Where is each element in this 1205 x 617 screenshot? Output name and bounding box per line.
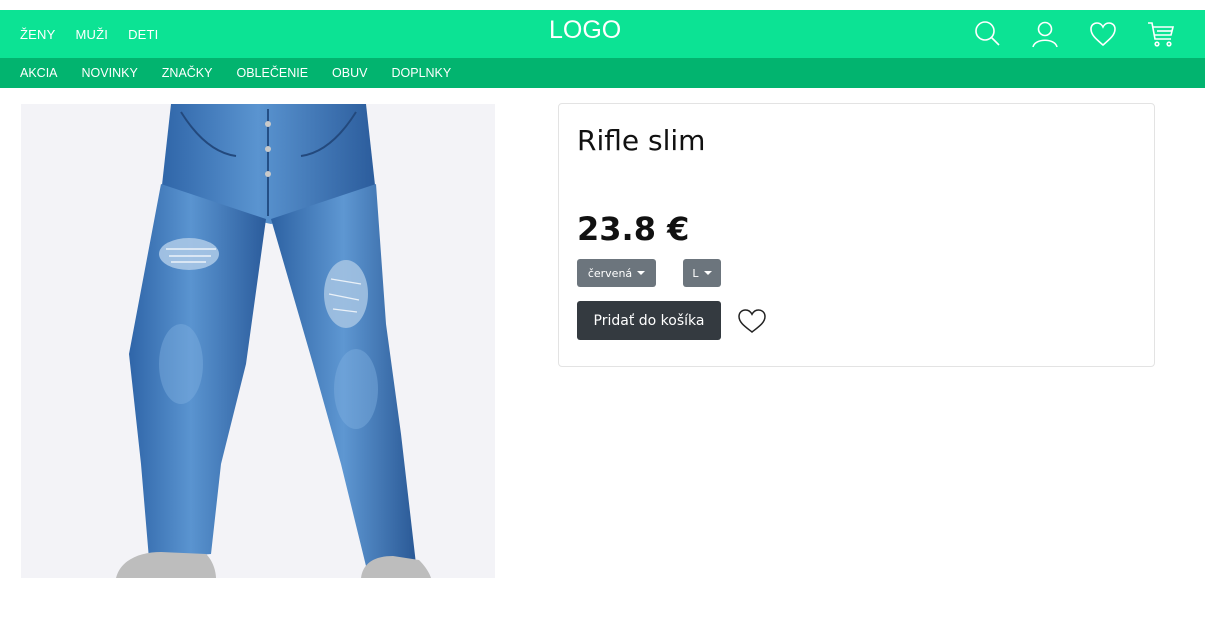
- cart-icon[interactable]: [1145, 18, 1177, 50]
- category-item-doplnky[interactable]: DOPLNKY: [391, 66, 451, 80]
- header-icons: [971, 18, 1177, 50]
- category-item-znacky[interactable]: ZNAČKY: [162, 66, 213, 80]
- user-icon[interactable]: [1029, 18, 1061, 50]
- logo[interactable]: LOGO: [549, 16, 621, 45]
- search-icon[interactable]: [971, 18, 1003, 50]
- size-dropdown-label: L: [692, 266, 699, 280]
- product-price: 23.8 €: [577, 210, 690, 248]
- chevron-down-icon: [637, 271, 646, 275]
- chevron-down-icon: [703, 271, 712, 275]
- top-nav: ŽENY MUŽI DETI: [20, 27, 158, 42]
- product-image: [21, 104, 495, 578]
- top-header-bar: ŽENY MUŽI DETI LOGO: [0, 10, 1205, 58]
- category-item-obuv[interactable]: OBUV: [332, 66, 367, 80]
- color-dropdown[interactable]: červená: [577, 259, 656, 287]
- category-item-novinky[interactable]: NOVINKY: [82, 66, 138, 80]
- color-dropdown-label: červená: [587, 266, 633, 280]
- add-to-cart-button[interactable]: Pridať do košíka: [577, 301, 721, 340]
- top-nav-item-deti[interactable]: DETI: [128, 27, 158, 42]
- heart-outline-icon[interactable]: [737, 308, 767, 334]
- category-nav: AKCIA NOVINKY ZNAČKY OBLEČENIE OBUV DOPL…: [20, 66, 451, 80]
- top-nav-item-zeny[interactable]: ŽENY: [20, 27, 55, 42]
- top-nav-item-muzi[interactable]: MUŽI: [75, 27, 108, 42]
- category-item-oblecenie[interactable]: OBLEČENIE: [236, 66, 308, 80]
- category-item-akcia[interactable]: AKCIA: [20, 66, 58, 80]
- heart-icon[interactable]: [1087, 18, 1119, 50]
- product-info-card: Rifle slim 23.8 € červená L Pridať do ko…: [558, 103, 1155, 367]
- category-nav-bar: AKCIA NOVINKY ZNAČKY OBLEČENIE OBUV DOPL…: [0, 58, 1205, 88]
- size-dropdown[interactable]: L: [683, 259, 721, 287]
- product-title: Rifle slim: [577, 124, 706, 157]
